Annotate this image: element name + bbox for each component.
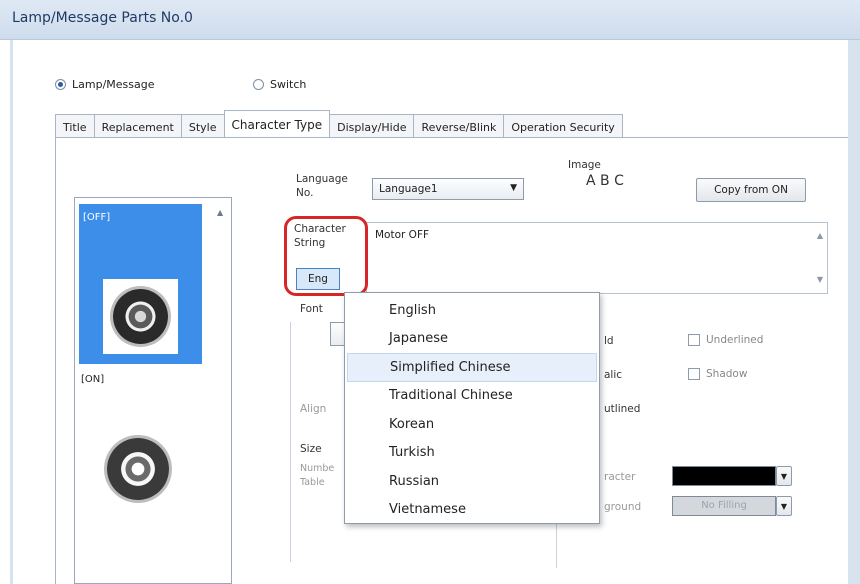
radio-unchecked-icon (253, 79, 264, 90)
state-off-label: [OFF] (83, 212, 111, 223)
underlined-checkbox[interactable] (688, 334, 700, 346)
radio-checked-icon (55, 79, 66, 90)
tab-character-type[interactable]: Character Type (223, 110, 331, 138)
window-frame-left (10, 40, 13, 584)
scroll-up-icon[interactable]: ▲ (217, 208, 223, 217)
menu-item-simplified-chinese[interactable]: Simplified Chinese (347, 353, 597, 382)
lamp-off-thumbnail (103, 279, 178, 354)
radio-switch[interactable]: Switch (253, 78, 306, 91)
menu-item-korean[interactable]: Korean (345, 410, 599, 439)
menu-item-russian[interactable]: Russian (345, 467, 599, 496)
language-label: Language No. (296, 173, 348, 199)
radio-lamp-message[interactable]: Lamp/Message (55, 78, 154, 91)
state-list[interactable]: [OFF] ▲ [ON] (74, 197, 232, 584)
font-group-border (290, 322, 291, 562)
bold-label: ld (604, 335, 614, 347)
outline-label: utlined (604, 403, 641, 415)
tab-style[interactable]: Style (180, 114, 225, 138)
shadow-label: Shadow (706, 368, 748, 380)
size-table-label: Table (300, 477, 325, 488)
character-string-value: Motor OFF (375, 229, 430, 241)
character-string-input[interactable]: Motor OFF ▲ ▼ (366, 222, 828, 294)
language-select-value: Language1 (379, 183, 438, 195)
menu-item-turkish[interactable]: Turkish (345, 439, 599, 468)
tab-display-hide[interactable]: Display/Hide (329, 114, 415, 138)
chevron-down-icon: ▼ (510, 183, 517, 193)
scroll-down-icon[interactable]: ▼ (817, 275, 823, 284)
tab-operation-security[interactable]: Operation Security (503, 114, 623, 138)
title-bar: Lamp/Message Parts No.0 (0, 0, 860, 40)
menu-item-vietnamese[interactable]: Vietnamese (345, 496, 599, 525)
state-on-label: [ON] (81, 374, 105, 385)
radio-switch-label: Switch (270, 78, 307, 91)
language-dropdown-menu[interactable]: English Japanese Simplified Chinese Trad… (344, 292, 600, 524)
menu-item-english[interactable]: English (345, 296, 599, 325)
image-label: Image (568, 159, 601, 171)
shadow-checkbox[interactable] (688, 368, 700, 380)
italic-label: alic (604, 369, 623, 381)
character-color-dropdown[interactable]: ▼ (776, 466, 792, 486)
tab-bar: Title Replacement Style Character Type D… (55, 110, 623, 138)
menu-item-japanese[interactable]: Japanese (345, 325, 599, 354)
window-frame-right (848, 40, 860, 584)
state-item-off[interactable]: [OFF] (79, 204, 202, 364)
character-color-label: racter (604, 471, 636, 483)
image-preview: A B C (586, 173, 624, 189)
lamp-on-icon (107, 438, 169, 500)
align-label: Align (300, 403, 327, 415)
size-label: Size (300, 443, 322, 455)
background-color-swatch[interactable]: No Filling (672, 496, 776, 516)
language-eng-button[interactable]: Eng (296, 268, 340, 290)
tab-replacement[interactable]: Replacement (93, 114, 182, 138)
font-label: Font (300, 303, 323, 315)
radio-lamp-message-label: Lamp/Message (72, 78, 155, 91)
lamp-off-icon (113, 289, 168, 344)
tab-reverse-blink[interactable]: Reverse/Blink (413, 114, 505, 138)
copy-from-on-button[interactable]: Copy from ON (696, 178, 806, 202)
menu-item-traditional-chinese[interactable]: Traditional Chinese (345, 382, 599, 411)
size-number-label: Numbe (300, 463, 335, 474)
scroll-up-icon[interactable]: ▲ (817, 231, 823, 240)
character-color-swatch[interactable] (672, 466, 776, 486)
tab-title[interactable]: Title (55, 114, 95, 138)
window-title: Lamp/Message Parts No.0 (12, 10, 193, 26)
language-select[interactable]: Language1 ▼ (372, 178, 524, 200)
underlined-label: Underlined (706, 334, 764, 346)
background-color-dropdown[interactable]: ▼ (776, 496, 792, 516)
background-color-label: ground (604, 501, 642, 513)
